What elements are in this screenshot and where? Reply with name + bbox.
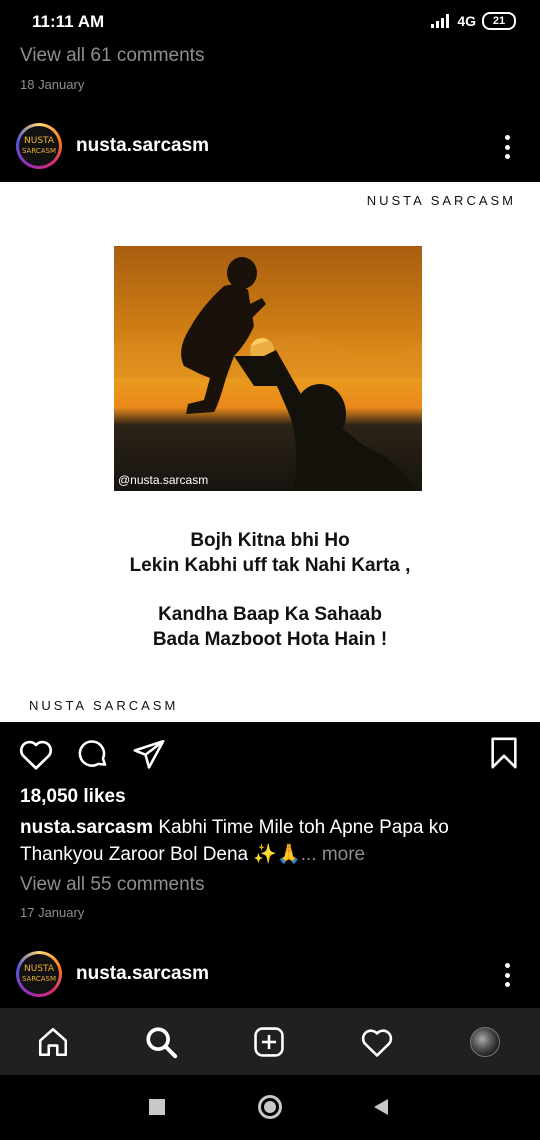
quote-line: Lekin Kabhi uff tak Nahi Karta , — [129, 555, 411, 576]
view-comments-link[interactable]: View all 61 comments — [20, 45, 204, 67]
likes-count[interactable]: 18,050 likes — [20, 786, 126, 808]
avatar-text: SARCASM — [21, 975, 57, 983]
avatar[interactable]: NUSTA SARCASM — [16, 951, 62, 997]
comment-bubble-icon[interactable] — [76, 737, 110, 771]
network-type: 4G — [457, 13, 476, 29]
status-indicators: 4G 21 — [431, 12, 516, 30]
post-date: 18 January — [20, 77, 85, 92]
brand-label: NUSTA SARCASM — [366, 193, 516, 208]
caption-more-link[interactable]: ... more — [301, 844, 365, 865]
quote-line: Bada Mazboot Hota Hain ! — [152, 629, 388, 650]
like-heart-icon[interactable] — [18, 737, 54, 771]
share-send-icon[interactable] — [132, 737, 166, 771]
post-username[interactable]: nusta.sarcasm — [76, 135, 209, 157]
recents-square-icon[interactable] — [149, 1099, 165, 1115]
back-triangle-icon[interactable] — [372, 1097, 390, 1122]
post-username[interactable]: nusta.sarcasm — [76, 963, 209, 985]
home-circle-icon[interactable] — [258, 1095, 282, 1119]
bottom-nav — [0, 1008, 540, 1075]
more-options-icon[interactable] — [497, 135, 517, 159]
post-image[interactable]: NUSTA SARCASM @nusta.sarcasm Bojh Kitna … — [0, 182, 540, 722]
status-time: 11:11 AM — [32, 12, 105, 31]
avatar-logo: NUSTA SARCASM — [19, 126, 59, 166]
father-child-silhouette — [114, 257, 422, 491]
sunset-photo: @nusta.sarcasm — [114, 246, 422, 491]
quote-text: Bojh Kitna bhi Ho Lekin Kabhi uff tak Na… — [0, 528, 540, 652]
avatar-logo: NUSTA SARCASM — [19, 954, 59, 994]
post-actions — [18, 737, 166, 771]
brand-label: NUSTA SARCASM — [29, 698, 179, 713]
post-caption: nusta.sarcasm Kabhi Time Mile toh Apne P… — [20, 814, 520, 868]
add-post-icon[interactable] — [249, 1024, 289, 1060]
save-bookmark-icon[interactable] — [489, 736, 519, 770]
avatar-text: NUSTA — [24, 136, 54, 146]
avatar[interactable]: NUSTA SARCASM — [16, 123, 62, 169]
profile-avatar[interactable] — [465, 1024, 505, 1060]
post-date: 17 January — [20, 905, 85, 920]
battery-icon: 21 — [482, 12, 516, 30]
more-options-icon[interactable] — [497, 963, 517, 987]
home-icon[interactable] — [33, 1024, 73, 1060]
quote-line: Kandha Baap Ka Sahaab — [158, 604, 382, 625]
search-icon[interactable] — [141, 1024, 181, 1060]
avatar-text: NUSTA — [24, 964, 54, 974]
watermark: @nusta.sarcasm — [118, 473, 209, 487]
avatar-text: SARCASM — [21, 147, 57, 155]
view-comments-link[interactable]: View all 55 comments — [20, 874, 204, 896]
caption-username[interactable]: nusta.sarcasm — [20, 817, 153, 838]
signal-icon — [431, 14, 450, 28]
system-nav — [0, 1075, 540, 1140]
profile-thumbnail — [470, 1027, 500, 1057]
quote-line: Bojh Kitna bhi Ho — [190, 530, 350, 551]
activity-heart-icon[interactable] — [357, 1024, 397, 1060]
